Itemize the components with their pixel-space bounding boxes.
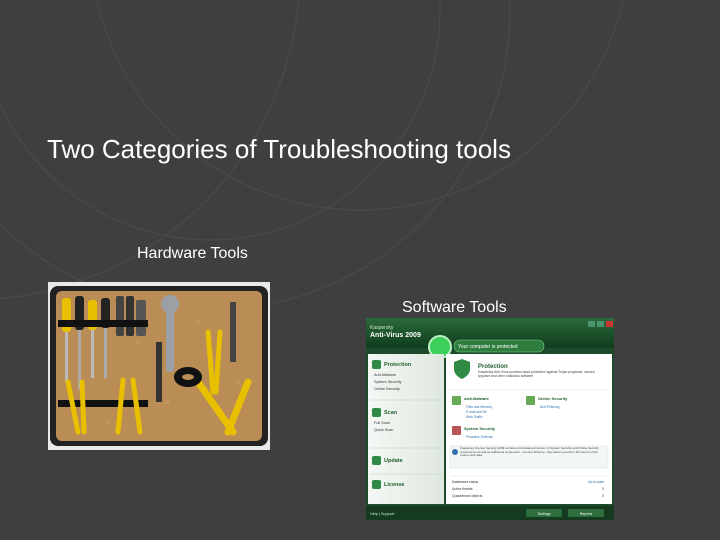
software-tools-label: Software Tools bbox=[402, 299, 507, 316]
module-item: Files and Memory bbox=[466, 405, 493, 409]
module-online-security: Online Security bbox=[538, 396, 568, 401]
sidebar-item: Online Security bbox=[374, 387, 400, 391]
module-item: Proactive Defense bbox=[466, 435, 493, 439]
slide-title: Two Categories of Troubleshooting tools bbox=[47, 134, 511, 164]
product-name-text: Anti-Virus 2009 bbox=[370, 332, 421, 339]
sidebar-item: Full Scan bbox=[374, 421, 390, 425]
product-brand-text: Kaspersky bbox=[370, 325, 394, 331]
stat-value: Up-to-date bbox=[588, 480, 604, 484]
reports-button: Reports bbox=[580, 512, 593, 516]
sidebar-section-scan: Scan bbox=[384, 410, 398, 416]
module-item: E-mail and IM bbox=[466, 410, 487, 414]
module-item: Web Traffic bbox=[466, 415, 483, 419]
sidebar-section-license: License bbox=[384, 482, 404, 488]
sidebar-section-protection: Protection bbox=[384, 362, 412, 368]
module-anti-malware: Anti-Malware bbox=[464, 396, 490, 401]
status-banner-text: Your computer is protected bbox=[458, 344, 518, 350]
hardware-toolkit-image bbox=[48, 282, 270, 450]
settings-button: Settings bbox=[538, 512, 551, 516]
stat-value: 0 bbox=[602, 494, 604, 498]
sidebar-item: System Security bbox=[374, 380, 402, 384]
stat-label: Databases status bbox=[452, 480, 479, 484]
software-antivirus-window-image: Kaspersky Anti-Virus 2009 Your computer … bbox=[366, 318, 614, 520]
stat-label: Active threats bbox=[452, 487, 473, 491]
stat-value: 0 bbox=[602, 487, 604, 491]
info-note-text: Kaspersky Internet Security 2009 contain… bbox=[460, 447, 599, 458]
hardware-tools-label: Hardware Tools bbox=[137, 245, 248, 262]
sidebar-section-update: Update bbox=[384, 458, 403, 464]
module-item: Anti-Phishing bbox=[540, 405, 560, 409]
footer-links: Help | Support bbox=[370, 512, 395, 516]
stat-label: Quarantined objects bbox=[452, 494, 483, 498]
sidebar-item: Anti-Malware bbox=[374, 373, 396, 377]
main-description-text: Kaspersky Anti-Virus provides basic prot… bbox=[478, 370, 596, 378]
sidebar-item: Quick Scan bbox=[374, 428, 393, 432]
module-system-security: System Security bbox=[464, 426, 496, 431]
